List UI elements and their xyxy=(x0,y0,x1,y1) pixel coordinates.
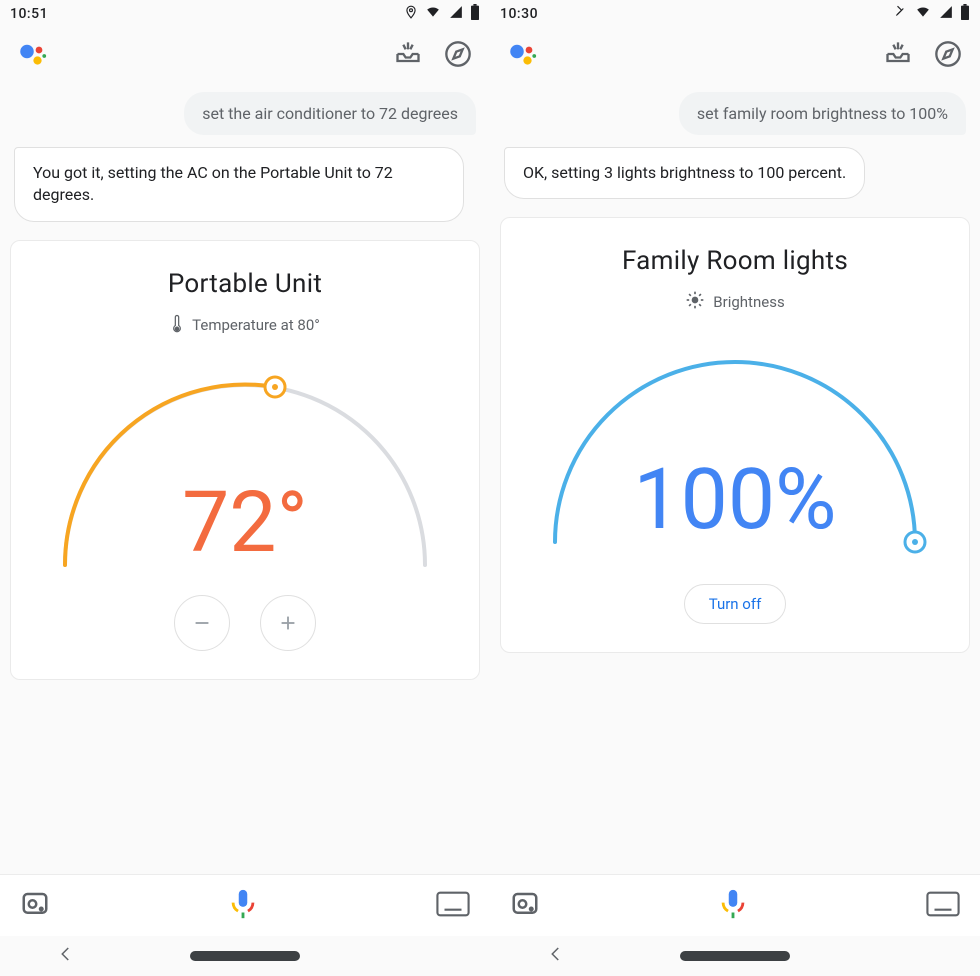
dnd-icon xyxy=(894,5,908,23)
home-pill[interactable] xyxy=(190,951,300,961)
status-time: 10:51 xyxy=(10,6,48,22)
card-title: Family Room lights xyxy=(519,246,951,276)
assistant-header xyxy=(0,28,490,84)
status-icons xyxy=(404,4,480,24)
phone-left: 10:51 xyxy=(0,0,490,976)
inbox-icon[interactable] xyxy=(394,40,422,72)
chat-area: set the air conditioner to 72 degrees Yo… xyxy=(0,84,490,222)
brightness-dial[interactable]: 100% xyxy=(519,332,951,562)
decrease-button[interactable] xyxy=(174,595,230,651)
keyboard-icon[interactable] xyxy=(926,891,960,921)
mic-icon[interactable] xyxy=(716,887,750,925)
lens-icon[interactable] xyxy=(510,889,540,923)
brightness-value: 100% xyxy=(633,458,836,542)
home-pill[interactable] xyxy=(680,951,790,961)
status-bar: 10:30 xyxy=(490,0,980,28)
back-icon[interactable] xyxy=(57,945,75,967)
status-bar: 10:51 xyxy=(0,0,490,28)
temperature-dial[interactable]: 72° xyxy=(29,355,461,585)
keyboard-icon[interactable] xyxy=(436,891,470,921)
card-subtitle: Brightness xyxy=(519,290,951,314)
wifi-icon xyxy=(424,5,442,23)
user-message-bubble: set the air conditioner to 72 degrees xyxy=(184,92,476,135)
thermometer-icon xyxy=(170,313,184,337)
increase-button[interactable] xyxy=(260,595,316,651)
subtitle-text: Brightness xyxy=(713,293,784,311)
turn-off-button[interactable]: Turn off xyxy=(684,584,787,624)
assistant-logo-icon xyxy=(508,41,538,71)
battery-icon xyxy=(470,4,480,24)
battery-icon xyxy=(960,4,970,24)
lens-icon[interactable] xyxy=(20,889,50,923)
signal-icon xyxy=(448,5,464,23)
back-icon[interactable] xyxy=(547,945,565,967)
signal-icon xyxy=(938,5,954,23)
card-title: Portable Unit xyxy=(29,269,461,299)
assistant-message-bubble: OK, setting 3 lights brightness to 100 p… xyxy=(504,147,865,199)
assistant-logo-icon xyxy=(18,41,48,71)
device-control-card: Portable Unit Temperature at 80° 72° xyxy=(10,240,480,680)
nav-bar xyxy=(0,936,490,976)
chat-area: set family room brightness to 100% OK, s… xyxy=(490,84,980,199)
assistant-bottom-bar xyxy=(0,874,490,936)
status-icons xyxy=(894,4,970,24)
location-icon xyxy=(404,5,418,23)
plus-minus-row xyxy=(29,595,461,651)
inbox-icon[interactable] xyxy=(884,40,912,72)
brightness-icon xyxy=(685,290,705,314)
status-time: 10:30 xyxy=(500,6,538,22)
mic-icon[interactable] xyxy=(226,887,260,925)
card-subtitle: Temperature at 80° xyxy=(29,313,461,337)
device-control-card: Family Room lights Brightness 100% Turn … xyxy=(500,217,970,653)
assistant-bottom-bar xyxy=(490,874,980,936)
subtitle-text: Temperature at 80° xyxy=(192,316,320,334)
compass-icon[interactable] xyxy=(444,40,472,72)
user-message-bubble: set family room brightness to 100% xyxy=(679,92,966,135)
temperature-value: 72° xyxy=(182,481,308,565)
nav-bar xyxy=(490,936,980,976)
wifi-icon xyxy=(914,5,932,23)
compass-icon[interactable] xyxy=(934,40,962,72)
phone-right: 10:30 xyxy=(490,0,980,976)
assistant-message-bubble: You got it, setting the AC on the Portab… xyxy=(14,147,464,222)
assistant-header xyxy=(490,28,980,84)
